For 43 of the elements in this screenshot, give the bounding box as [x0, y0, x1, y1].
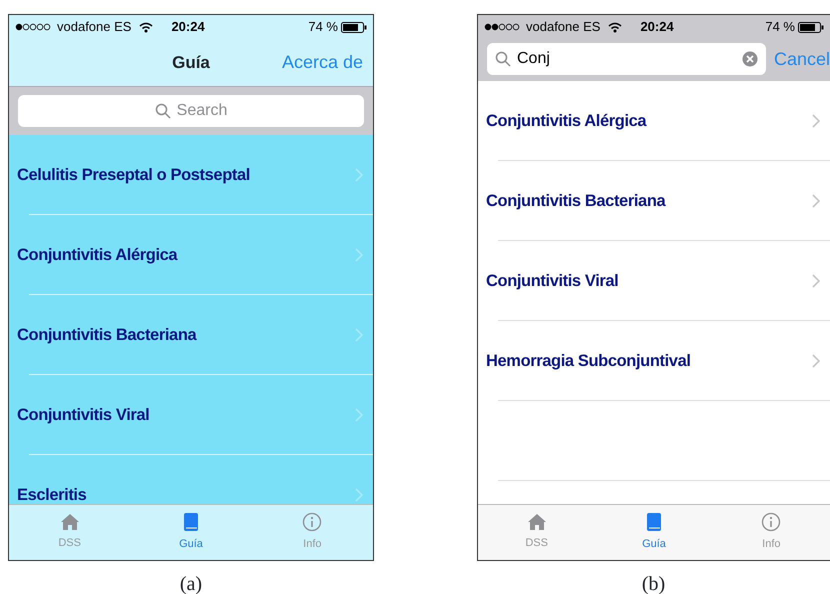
- battery-icon: [798, 22, 824, 32]
- chevron-icon: [355, 408, 363, 422]
- chevron-icon: [812, 354, 820, 368]
- search-icon: [154, 103, 171, 119]
- list-row[interactable]: Conjuntivitis Bacteriana: [9, 295, 373, 375]
- wifi-icon: [139, 22, 154, 32]
- figure-caption: (b): [642, 572, 666, 594]
- battery-icon: [341, 22, 367, 32]
- clock-time: 20:24: [171, 18, 205, 36]
- battery-percent: 74 %: [765, 18, 795, 36]
- list-row[interactable]: Conjuntivitis Viral: [478, 241, 830, 321]
- chevron-icon: [812, 114, 820, 128]
- tab[interactable]: Guía: [595, 505, 713, 560]
- list-row[interactable]: Conjuntivitis Alérgica: [478, 81, 830, 161]
- search-icon: [495, 51, 511, 67]
- signal-icon: [15, 22, 53, 32]
- chevron-icon: [812, 274, 820, 288]
- chevron-icon: [812, 194, 820, 208]
- signal-icon: [484, 22, 522, 32]
- info-icon: [761, 512, 782, 532]
- list-row[interactable]: Conjuntivitis Bacteriana: [478, 161, 830, 241]
- carrier-name: vodafone ES: [57, 18, 132, 36]
- chevron-icon: [355, 328, 363, 342]
- home-icon: [526, 513, 547, 532]
- clear-icon: [742, 51, 758, 67]
- book-icon: [646, 512, 662, 532]
- list-row[interactable]: Conjuntivitis Alérgica: [9, 215, 373, 295]
- list-row[interactable]: Celulitis Preseptal o Postseptal: [9, 135, 373, 215]
- clock-time: 20:24: [640, 18, 674, 36]
- chevron-icon: [355, 168, 363, 182]
- carrier-name: vodafone ES: [526, 18, 600, 36]
- list-row[interactable]: Conjuntivitis Viral: [9, 375, 373, 455]
- chevron-icon: [355, 488, 363, 502]
- search-field[interactable]: Conj: [487, 43, 766, 75]
- home-icon: [60, 513, 80, 532]
- wifi-icon: [608, 22, 622, 32]
- info-icon: [302, 512, 322, 532]
- list-row[interactable]: Hemorragia Subconjuntival: [478, 321, 830, 401]
- figure-caption: (a): [180, 572, 202, 594]
- battery-percent: 74 %: [308, 18, 338, 36]
- chevron-icon: [355, 248, 363, 262]
- book-icon: [182, 512, 199, 532]
- nav-title: Guía: [172, 52, 210, 74]
